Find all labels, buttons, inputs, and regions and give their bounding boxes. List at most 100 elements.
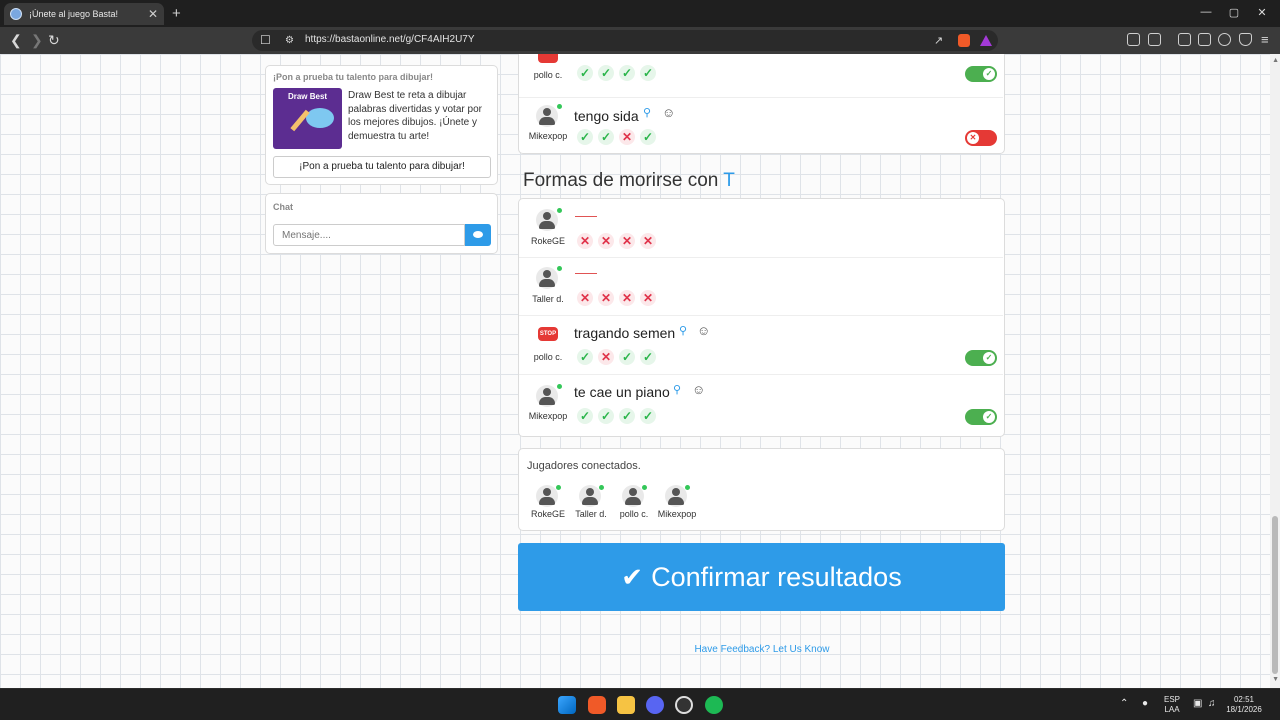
vote-check-icon[interactable]: ✓ bbox=[619, 349, 635, 365]
vote-check-icon[interactable]: ✓ bbox=[598, 129, 614, 145]
scroll-down-icon[interactable]: ▼ bbox=[1272, 676, 1279, 683]
page-scrollbar[interactable]: ▲ ▼ bbox=[1270, 54, 1280, 688]
maximize-button[interactable]: ▢ bbox=[1224, 6, 1244, 19]
site-settings-icon[interactable]: ⚙ bbox=[285, 33, 294, 49]
forward-arrow-icon[interactable]: ❯ bbox=[31, 32, 43, 48]
vote-check-icon[interactable]: ✓ bbox=[577, 408, 593, 424]
promo-button[interactable]: ¡Pon a prueba tu talento para dibujar! bbox=[273, 156, 491, 178]
vote-check-icon[interactable]: ✓ bbox=[619, 408, 635, 424]
back-arrow-icon[interactable]: ❮ bbox=[10, 32, 22, 48]
tab-search-icon[interactable] bbox=[1148, 33, 1161, 46]
obs-icon[interactable] bbox=[675, 696, 693, 714]
browser-toolbar: ❮ ❯ ↻ ☐ ⚙ https://bastaonline.net/g/CF4A… bbox=[0, 27, 1280, 54]
accept-toggle[interactable]: ✕ bbox=[965, 130, 997, 146]
close-icon: ✕ bbox=[967, 132, 979, 144]
vote-cross-icon[interactable]: ✕ bbox=[640, 233, 656, 249]
language-indicator[interactable]: ESP LAA bbox=[1160, 695, 1184, 715]
scroll-thumb[interactable] bbox=[1272, 516, 1278, 674]
discord-icon[interactable] bbox=[646, 696, 664, 714]
accept-toggle[interactable]: ✓ bbox=[965, 66, 997, 82]
scroll-up-icon[interactable]: ▲ bbox=[1272, 57, 1279, 64]
vote-check-icon[interactable]: ✓ bbox=[640, 129, 656, 145]
confirm-results-button[interactable]: ✔ Confirmar resultados bbox=[518, 543, 1005, 611]
vote-check-icon[interactable]: ✓ bbox=[598, 408, 614, 424]
vote-check-icon[interactable]: ✓ bbox=[577, 349, 593, 365]
search-icon[interactable]: ⚲ bbox=[679, 324, 687, 337]
network-icon[interactable]: ▣ bbox=[1193, 699, 1202, 709]
vote-cross-icon[interactable]: ✕ bbox=[640, 290, 656, 306]
chat-send-button[interactable] bbox=[465, 224, 491, 246]
feedback-link[interactable]: Have Feedback? Let Us Know bbox=[0, 644, 1280, 655]
user-avatar bbox=[579, 485, 601, 507]
user-avatar bbox=[622, 485, 644, 507]
vote-cross-icon[interactable]: ✕ bbox=[619, 129, 635, 145]
vote-check-icon[interactable]: ✓ bbox=[619, 65, 635, 81]
speech-bubble-icon bbox=[306, 108, 334, 128]
answer-row: STOP pollo c. tragando semen ⚲ ☺ ✓ ✕ ✓ ✓… bbox=[519, 315, 1003, 374]
share-icon[interactable]: ↗ bbox=[934, 33, 943, 49]
vote-cross-icon[interactable]: ✕ bbox=[619, 290, 635, 306]
search-icon[interactable]: ⚲ bbox=[643, 106, 651, 119]
vote-cross-icon[interactable]: ✕ bbox=[598, 290, 614, 306]
brave-browser-icon[interactable] bbox=[588, 696, 606, 714]
answer-row: pollo c. ✓ ✓ ✓ ✓ ✓ bbox=[519, 54, 1003, 97]
reload-icon[interactable]: ↻ bbox=[48, 32, 60, 48]
vote-check-icon[interactable]: ✓ bbox=[577, 129, 593, 145]
online-indicator bbox=[599, 485, 604, 490]
vote-list: ✓ ✓ ✓ ✓ bbox=[577, 65, 656, 81]
comment-icon bbox=[473, 231, 483, 238]
leo-ai-icon[interactable] bbox=[1218, 33, 1231, 46]
url-text[interactable]: https://bastaonline.net/g/CF4AIH2U7Y bbox=[305, 34, 475, 45]
emoji-reaction-icon[interactable]: ☺ bbox=[662, 105, 675, 120]
player-name: Taller d. bbox=[575, 509, 607, 519]
answer-text: tragando semen bbox=[574, 325, 676, 341]
minimize-button[interactable]: — bbox=[1196, 6, 1216, 18]
vote-check-icon[interactable]: ✓ bbox=[598, 65, 614, 81]
vote-check-icon[interactable]: ✓ bbox=[640, 408, 656, 424]
vote-cross-icon[interactable]: ✕ bbox=[577, 233, 593, 249]
wallet-icon[interactable] bbox=[1198, 33, 1211, 46]
draw-best-banner-image[interactable]: Draw Best bbox=[273, 88, 342, 149]
chat-message-input[interactable] bbox=[273, 224, 465, 246]
emoji-reaction-icon[interactable]: ☺ bbox=[697, 323, 710, 338]
connected-players-title: Jugadores conectados. bbox=[527, 460, 641, 472]
user-avatar bbox=[536, 485, 558, 507]
player-name: Mikexpop bbox=[657, 509, 697, 519]
address-bar[interactable]: ☐ ⚙ https://bastaonline.net/g/CF4AIH2U7Y… bbox=[252, 30, 998, 51]
accept-toggle[interactable]: ✓ bbox=[965, 350, 997, 366]
search-icon[interactable]: ⚲ bbox=[673, 383, 681, 396]
player-name: Mikexpop bbox=[528, 411, 568, 421]
player-name: pollo c. bbox=[533, 70, 563, 80]
vote-cross-icon[interactable]: ✕ bbox=[598, 349, 614, 365]
system-clock[interactable]: 02:51 18/1/2026 bbox=[1222, 695, 1266, 715]
vote-check-icon[interactable]: ✓ bbox=[577, 65, 593, 81]
vote-check-icon[interactable]: ✓ bbox=[640, 65, 656, 81]
vote-cross-icon[interactable]: ✕ bbox=[598, 233, 614, 249]
window-close-button[interactable]: ✕ bbox=[1252, 6, 1272, 19]
brave-shields-icon[interactable] bbox=[958, 34, 970, 47]
show-hidden-icons-icon[interactable]: ⌃ bbox=[1120, 699, 1128, 709]
extensions-icon[interactable] bbox=[1127, 33, 1140, 46]
vote-cross-icon[interactable]: ✕ bbox=[619, 233, 635, 249]
tab-close-icon[interactable]: ✕ bbox=[148, 8, 158, 20]
confirm-results-label: Confirmar resultados bbox=[651, 562, 902, 592]
spotify-icon[interactable] bbox=[705, 696, 723, 714]
vote-check-icon[interactable]: ✓ bbox=[640, 349, 656, 365]
menu-icon[interactable]: ≡ bbox=[1261, 32, 1269, 48]
clock-date: 18/1/2026 bbox=[1226, 705, 1262, 714]
file-explorer-icon[interactable] bbox=[617, 696, 635, 714]
vote-cross-icon[interactable]: ✕ bbox=[577, 290, 593, 306]
sidebar-icon[interactable] bbox=[1178, 33, 1191, 46]
browser-tab[interactable]: ¡Únete al juego Basta! ✕ bbox=[4, 3, 164, 25]
new-tab-button[interactable]: + bbox=[172, 5, 181, 22]
volume-icon[interactable]: ♫ bbox=[1208, 699, 1216, 709]
emoji-reaction-icon[interactable]: ☺ bbox=[692, 382, 705, 397]
start-menu-icon[interactable] bbox=[558, 696, 576, 714]
promo-card: ¡Pon a prueba tu talento para dibujar! D… bbox=[265, 65, 498, 185]
vpn-icon[interactable] bbox=[1239, 33, 1252, 46]
accept-toggle[interactable]: ✓ bbox=[965, 409, 997, 425]
stop-avatar-icon bbox=[538, 54, 558, 63]
bookmark-icon[interactable]: ☐ bbox=[260, 32, 271, 48]
brave-rewards-icon[interactable] bbox=[980, 35, 992, 46]
microphone-icon[interactable]: ● bbox=[1142, 699, 1148, 709]
